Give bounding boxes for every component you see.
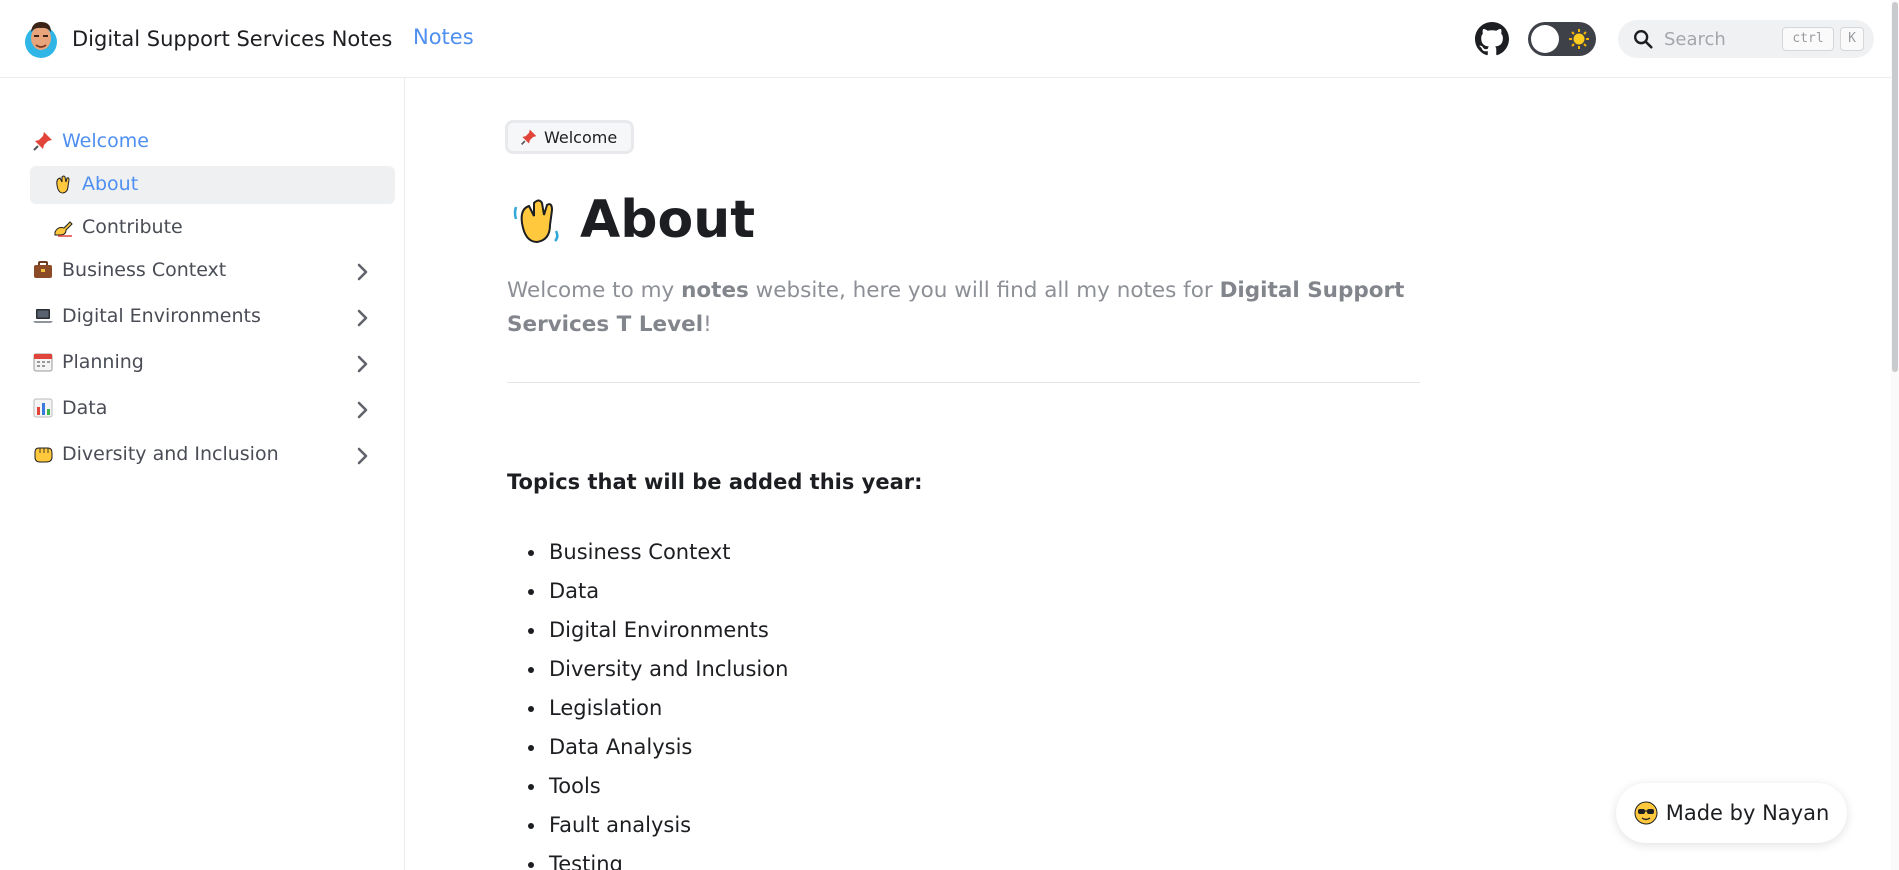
chevron-right-icon[interactable] bbox=[350, 352, 374, 376]
sidebar-item-digital-environments[interactable]: Digital Environments bbox=[32, 305, 261, 327]
sunglasses-face-icon bbox=[1634, 801, 1658, 825]
intro-text: Welcome to my bbox=[507, 278, 682, 303]
sidebar-item-label: Digital Environments bbox=[62, 305, 261, 327]
search-input[interactable] bbox=[1664, 24, 1774, 54]
shortcut-key-k: K bbox=[1840, 27, 1864, 51]
laptop-icon bbox=[33, 309, 53, 323]
sidebar-item-label: Welcome bbox=[62, 130, 149, 152]
sidebar-item-label: About bbox=[82, 173, 139, 195]
sidebar-item-label: Business Context bbox=[62, 259, 227, 281]
site-title: Digital Support Services Notes bbox=[72, 27, 393, 51]
list-item: Legislation bbox=[507, 689, 788, 728]
breadcrumb-label: Welcome bbox=[544, 127, 618, 147]
shortcut-key-ctrl: ctrl bbox=[1782, 27, 1834, 51]
sidebar-item-label: Planning bbox=[62, 351, 144, 373]
search-box[interactable]: ctrl K bbox=[1618, 20, 1874, 58]
sidebar: Welcome About Contribute Business Contex… bbox=[0, 78, 405, 870]
sidebar-item-contribute[interactable]: Contribute bbox=[52, 216, 183, 238]
chevron-right-icon[interactable] bbox=[350, 444, 374, 468]
sidebar-item-business-context[interactable]: Business Context bbox=[32, 259, 226, 281]
topics-heading: Topics that will be added this year: bbox=[507, 470, 923, 494]
sidebar-item-welcome[interactable]: Welcome bbox=[32, 130, 149, 152]
chevron-right-icon[interactable] bbox=[350, 260, 374, 284]
chevron-right-icon[interactable] bbox=[350, 306, 374, 330]
navbar: Digital Support Services Notes Notes ctr… bbox=[0, 0, 1899, 78]
pushpin-icon bbox=[33, 132, 52, 151]
waving-hand-icon bbox=[513, 199, 559, 244]
sidebar-item-data[interactable]: Data bbox=[32, 397, 107, 419]
github-icon[interactable] bbox=[1475, 22, 1509, 56]
breadcrumb-welcome[interactable]: Welcome bbox=[505, 120, 635, 154]
theme-toggle[interactable] bbox=[1528, 22, 1596, 56]
list-item: Tools bbox=[507, 767, 788, 806]
list-item: Testing bbox=[507, 845, 788, 870]
sidebar-item-label: Contribute bbox=[82, 216, 183, 238]
avatar bbox=[25, 22, 57, 58]
fist-icon bbox=[34, 447, 53, 463]
sidebar-item-about[interactable]: About bbox=[52, 173, 138, 195]
waving-hand-icon bbox=[56, 175, 70, 194]
page-title: About bbox=[510, 190, 755, 250]
sun-icon bbox=[1569, 29, 1589, 49]
scrollbar-thumb[interactable] bbox=[1892, 2, 1898, 372]
page-title-text: About bbox=[580, 190, 756, 250]
sidebar-item-planning[interactable]: Planning bbox=[32, 351, 144, 373]
pushpin-icon bbox=[521, 129, 537, 145]
list-item: Business Context bbox=[507, 533, 788, 572]
nav-notes-link[interactable]: Notes bbox=[413, 25, 474, 49]
calendar-icon bbox=[33, 353, 53, 372]
briefcase-icon bbox=[34, 261, 52, 278]
list-item: Digital Environments bbox=[507, 611, 788, 650]
search-icon bbox=[1634, 30, 1653, 49]
intro-paragraph: Welcome to my notes website, here you wi… bbox=[507, 274, 1427, 342]
made-by-label: Made by Nayan bbox=[1665, 801, 1830, 825]
sidebar-item-label: Data bbox=[62, 397, 108, 419]
brand-link[interactable]: Digital Support Services Notes bbox=[24, 18, 392, 60]
list-item: Fault analysis bbox=[507, 806, 788, 845]
list-item: Diversity and Inclusion bbox=[507, 650, 788, 689]
intro-bold-notes: notes bbox=[681, 278, 749, 303]
topics-list: Business Context Data Digital Environmen… bbox=[507, 533, 788, 870]
sidebar-item-diversity-and-inclusion[interactable]: Diversity and Inclusion bbox=[32, 443, 279, 465]
list-item: Data Analysis bbox=[507, 728, 788, 767]
divider bbox=[507, 382, 1420, 383]
list-item: Data bbox=[507, 572, 788, 611]
bar-chart-icon bbox=[33, 398, 53, 418]
intro-text: website, here you will find all my notes… bbox=[748, 278, 1220, 303]
toggle-knob bbox=[1531, 25, 1559, 53]
sidebar-item-label: Diversity and Inclusion bbox=[62, 443, 279, 465]
writing-hand-icon bbox=[54, 221, 73, 237]
page-scrollbar[interactable] bbox=[1891, 0, 1899, 870]
chevron-right-icon[interactable] bbox=[350, 398, 374, 422]
made-by-badge[interactable]: Made by Nayan bbox=[1616, 783, 1847, 843]
intro-text: ! bbox=[703, 312, 712, 337]
